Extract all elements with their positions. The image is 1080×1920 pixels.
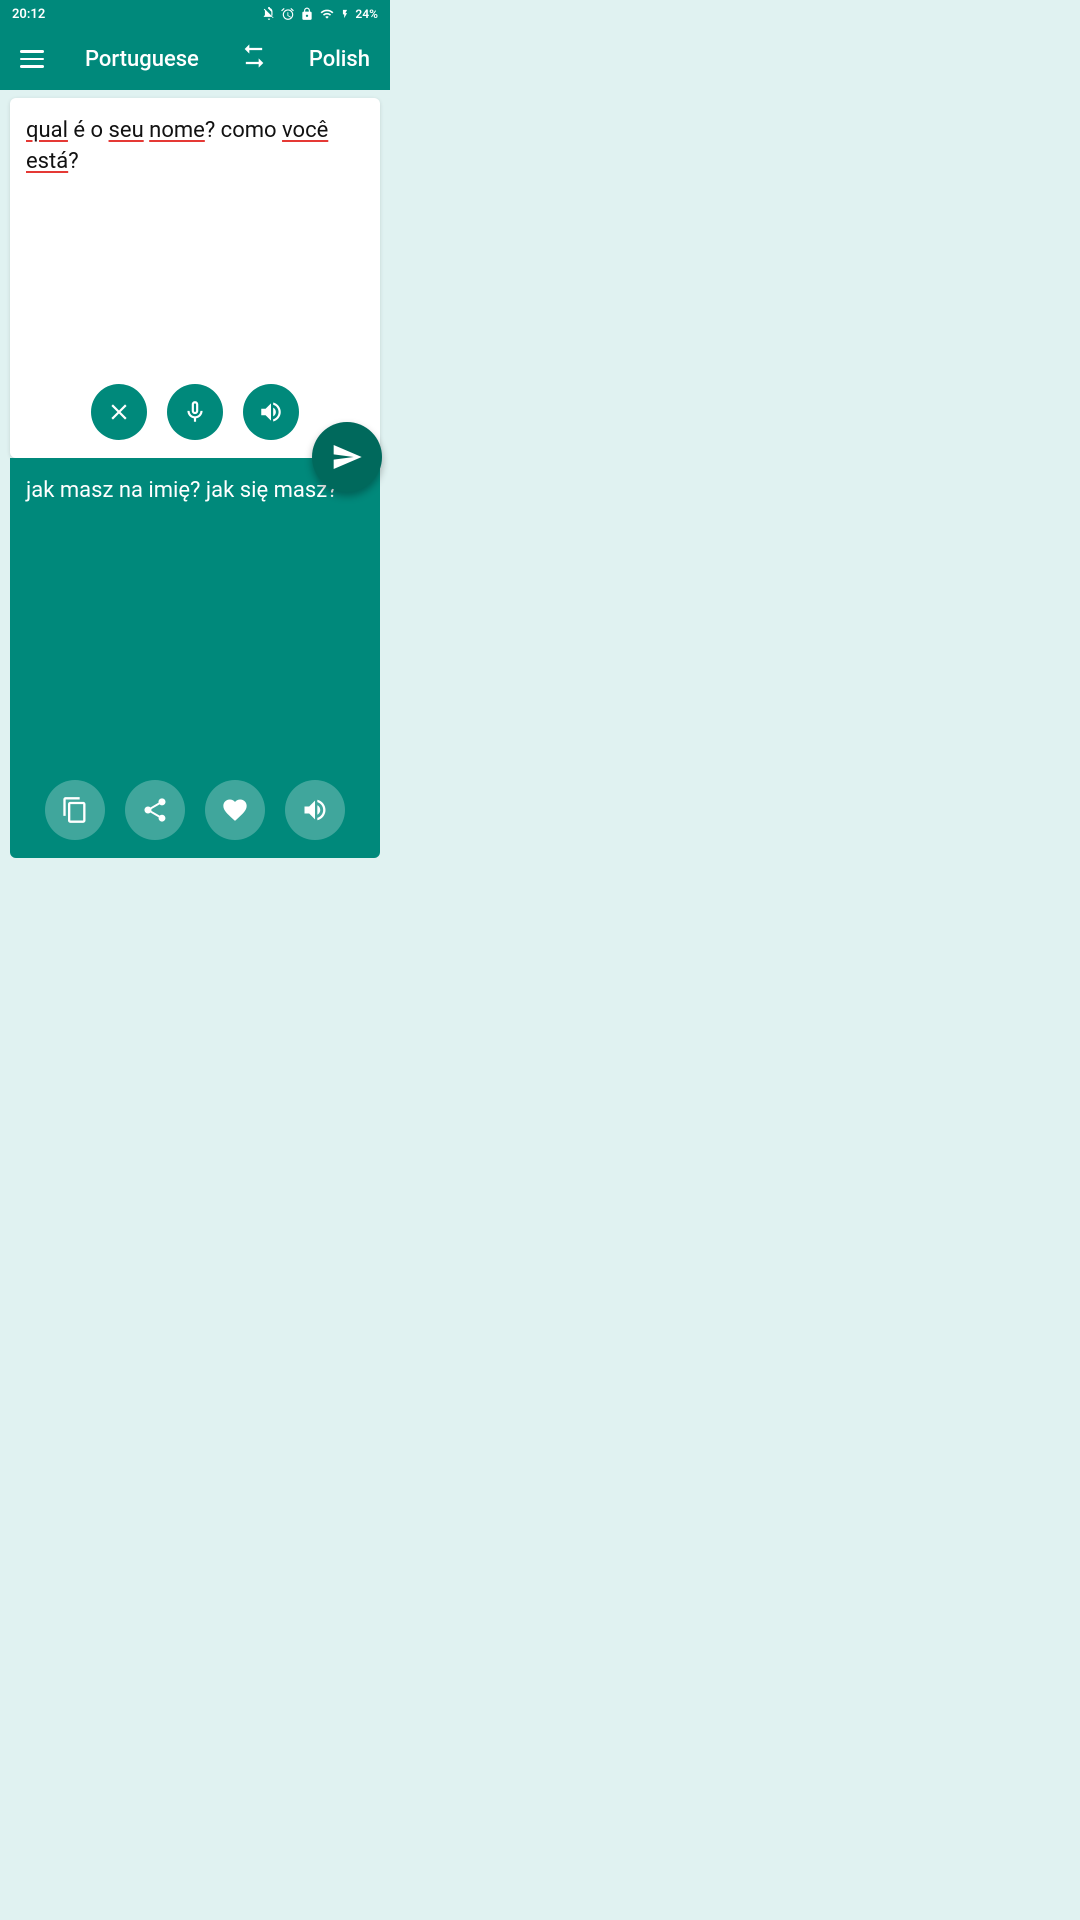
status-time: 20:12	[12, 7, 45, 22]
menu-button[interactable]	[20, 50, 44, 68]
status-bar: 20:12 24%	[0, 0, 390, 28]
copy-button[interactable]	[45, 780, 105, 840]
notification-icon	[262, 7, 276, 21]
app-header: Portuguese Polish	[0, 28, 390, 90]
word-nome: nome	[149, 118, 205, 143]
battery-text: 24%	[355, 7, 378, 21]
translate-button[interactable]	[312, 422, 382, 492]
word-voce: você	[282, 118, 328, 143]
microphone-button[interactable]	[167, 384, 223, 440]
word-esta: está	[26, 149, 68, 174]
signal-icon	[319, 7, 335, 21]
word-seu: seu	[109, 118, 144, 143]
translation-area: jak masz na imię? jak się masz?	[10, 458, 380, 858]
speak-source-button[interactable]	[243, 384, 299, 440]
translation-controls	[26, 780, 364, 846]
lock-icon	[300, 7, 314, 21]
charging-icon	[340, 7, 350, 21]
favorite-button[interactable]	[205, 780, 265, 840]
alarm-icon	[281, 7, 295, 21]
clear-button[interactable]	[91, 384, 147, 440]
source-text[interactable]: qual é o seu nome? como vocêestá?	[26, 116, 364, 384]
source-input-area: qual é o seu nome? como vocêestá?	[10, 98, 380, 458]
speak-translation-button[interactable]	[285, 780, 345, 840]
swap-languages-button[interactable]	[240, 42, 268, 76]
translated-text: jak masz na imię? jak się masz?	[26, 476, 364, 780]
source-language[interactable]: Portuguese	[85, 47, 199, 72]
status-right: 24%	[262, 7, 378, 21]
share-button[interactable]	[125, 780, 185, 840]
target-language[interactable]: Polish	[309, 47, 370, 72]
word-qual: qual	[26, 118, 68, 143]
source-controls	[26, 384, 364, 446]
